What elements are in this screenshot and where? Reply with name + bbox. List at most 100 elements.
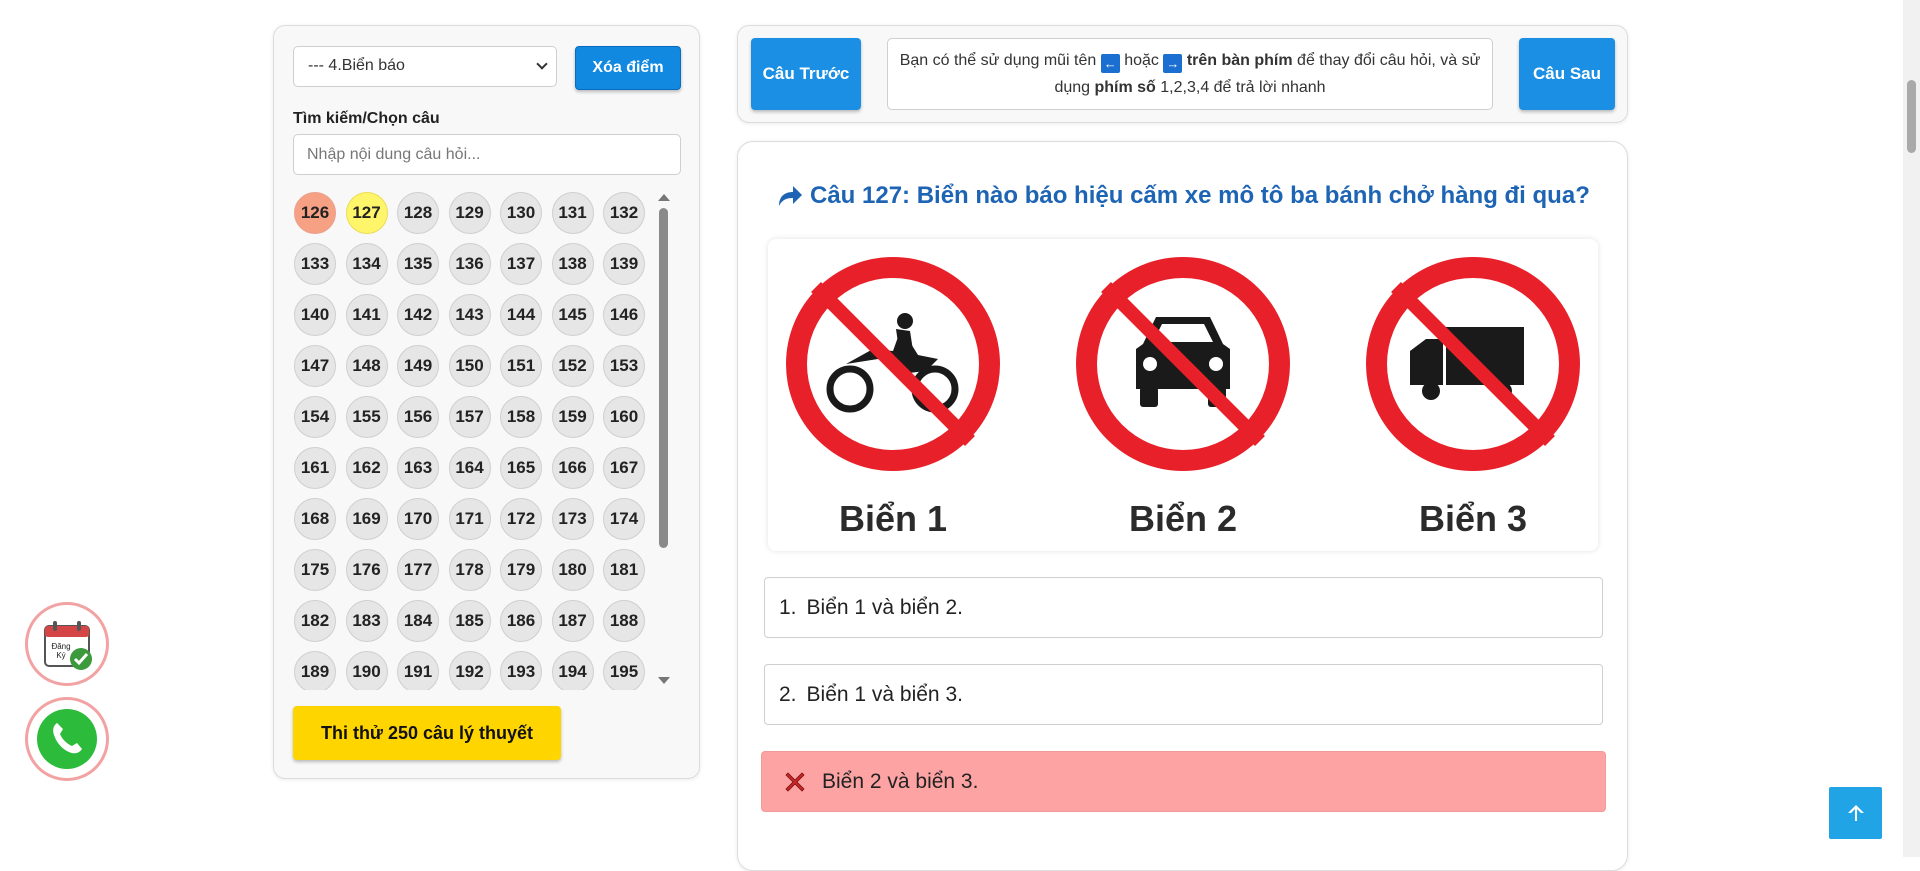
question-number-button[interactable]: 166 — [551, 447, 594, 489]
question-number-button[interactable]: 134 — [345, 243, 388, 285]
question-number-button[interactable]: 147 — [294, 345, 336, 387]
question-number-button[interactable]: 129 — [448, 192, 491, 234]
question-number-button[interactable]: 128 — [397, 192, 439, 234]
question-number-button[interactable]: 177 — [397, 549, 439, 591]
search-input[interactable] — [293, 134, 681, 175]
question-number-button[interactable]: 136 — [448, 243, 491, 285]
question-number-button[interactable]: 161 — [294, 447, 336, 489]
answer-text: Biển 2 và biển 3. — [822, 769, 979, 793]
question-number-button[interactable]: 154 — [294, 396, 336, 438]
hint-text: hoặc — [1124, 52, 1159, 69]
question-number-button[interactable]: 153 — [603, 345, 645, 387]
question-number-button[interactable]: 167 — [603, 447, 645, 489]
next-question-button[interactable]: Câu Sau — [1519, 38, 1615, 110]
answer-text: Biển 1 và biển 3. — [806, 682, 963, 706]
question-number-button[interactable]: 132 — [603, 192, 645, 234]
answer-number: 2. — [779, 682, 797, 706]
question-number-button[interactable]: 150 — [448, 345, 491, 387]
question-number-button[interactable]: 138 — [551, 243, 594, 285]
question-number-button[interactable]: 193 — [500, 651, 542, 690]
register-button[interactable]: Đăng Ký — [25, 602, 109, 686]
question-number-button[interactable]: 187 — [551, 600, 594, 642]
scroll-down-arrow-icon[interactable] — [658, 677, 670, 684]
page-scroll-thumb[interactable] — [1907, 80, 1916, 153]
question-number-button[interactable]: 190 — [345, 651, 388, 690]
question-number-button[interactable]: 158 — [500, 396, 542, 438]
question-number-button[interactable]: 194 — [551, 651, 594, 690]
question-number-button[interactable]: 186 — [500, 600, 542, 642]
question-number-button[interactable]: 182 — [294, 600, 336, 642]
question-number-button[interactable]: 168 — [294, 498, 336, 540]
question-number-button[interactable]: 145 — [551, 294, 594, 336]
question-number-button[interactable]: 176 — [345, 549, 388, 591]
question-number-button[interactable]: 191 — [397, 651, 439, 690]
question-number-button[interactable]: 183 — [345, 600, 388, 642]
question-number-button[interactable]: 152 — [551, 345, 594, 387]
question-number-button[interactable]: 189 — [294, 651, 336, 690]
question-number-button[interactable]: 184 — [397, 600, 439, 642]
question-number-button[interactable]: 135 — [397, 243, 439, 285]
question-number-button[interactable]: 195 — [603, 651, 645, 690]
question-number-button[interactable]: 192 — [448, 651, 491, 690]
question-number-button[interactable]: 159 — [551, 396, 594, 438]
question-number-button[interactable]: 156 — [397, 396, 439, 438]
keyboard-hint: Bạn có thể sử dụng mũi tên ← hoặc → trên… — [887, 38, 1493, 110]
signs-illustration: Biển 1 Biển 2 Biển 3 — [786, 257, 1580, 539]
question-number-button[interactable]: 165 — [500, 447, 542, 489]
question-number-button[interactable]: 163 — [397, 447, 439, 489]
question-number-button[interactable]: 139 — [603, 243, 645, 285]
question-number-button[interactable]: 157 — [448, 396, 491, 438]
question-number-button[interactable]: 169 — [345, 498, 388, 540]
question-number-button[interactable]: 142 — [397, 294, 439, 336]
traffic-signs-image: Biển 1 Biển 2 Biển 3 — [768, 239, 1598, 551]
mock-exam-button[interactable]: Thi thử 250 câu lý thuyết — [293, 706, 561, 760]
question-number-button[interactable]: 144 — [500, 294, 542, 336]
question-number-button[interactable]: 143 — [448, 294, 491, 336]
question-number-button[interactable]: 178 — [448, 549, 491, 591]
question-number-button[interactable]: 174 — [603, 498, 645, 540]
call-button[interactable] — [25, 697, 109, 781]
question-number-button[interactable]: 180 — [551, 549, 594, 591]
answer-option-1[interactable]: 1. Biển 1 và biển 2. — [764, 577, 1603, 638]
question-number-button[interactable]: 141 — [345, 294, 388, 336]
question-number-button[interactable]: 137 — [500, 243, 542, 285]
question-number-button[interactable]: 170 — [397, 498, 439, 540]
sign-2-no-car-icon — [1076, 257, 1290, 471]
question-number-button[interactable]: 131 — [551, 192, 594, 234]
question-number-button[interactable]: 181 — [603, 549, 645, 591]
grid-scrollbar[interactable] — [656, 194, 670, 684]
question-number-button[interactable]: 173 — [551, 498, 594, 540]
answer-option-2[interactable]: 2. Biển 1 và biển 3. — [764, 664, 1603, 725]
question-number-button[interactable]: 127 — [345, 192, 388, 234]
question-number-button[interactable]: 185 — [448, 600, 491, 642]
question-number-button[interactable]: 155 — [345, 396, 388, 438]
question-title-text: Câu 127: Biển nào báo hiệu cấm xe mô tô … — [810, 182, 1590, 209]
question-number-button[interactable]: 160 — [603, 396, 645, 438]
scroll-thumb[interactable] — [659, 208, 668, 548]
scroll-up-arrow-icon[interactable] — [658, 194, 670, 201]
question-number-button[interactable]: 162 — [345, 447, 388, 489]
question-number-button[interactable]: 164 — [448, 447, 491, 489]
previous-question-button[interactable]: Câu Trước — [751, 38, 861, 110]
answer-option-3-wrong[interactable]: Biển 2 và biển 3. — [761, 751, 1606, 812]
question-number-button[interactable]: 130 — [500, 192, 542, 234]
question-number-button[interactable]: 151 — [500, 345, 542, 387]
topic-select[interactable]: --- 4.Biển báo — [293, 46, 557, 87]
clear-score-button[interactable]: Xóa điểm — [575, 46, 681, 90]
sign-3-no-truck-icon — [1366, 257, 1580, 471]
question-number-button[interactable]: 140 — [294, 294, 336, 336]
question-number-button[interactable]: 148 — [345, 345, 388, 387]
question-number-button[interactable]: 126 — [294, 192, 336, 234]
question-number-button[interactable]: 188 — [603, 600, 645, 642]
question-number-button[interactable]: 175 — [294, 549, 336, 591]
wrong-x-icon — [785, 771, 805, 792]
back-to-top-button[interactable] — [1829, 787, 1882, 839]
question-number-button[interactable]: 146 — [603, 294, 645, 336]
question-number-button[interactable]: 133 — [294, 243, 336, 285]
question-number-button[interactable]: 179 — [500, 549, 542, 591]
question-number-button[interactable]: 172 — [500, 498, 542, 540]
page-scrollbar[interactable] — [1903, 0, 1920, 857]
question-number-button[interactable]: 171 — [448, 498, 491, 540]
question-number-button[interactable]: 149 — [397, 345, 439, 387]
calendar-check-icon: Đăng Ký — [44, 621, 92, 670]
